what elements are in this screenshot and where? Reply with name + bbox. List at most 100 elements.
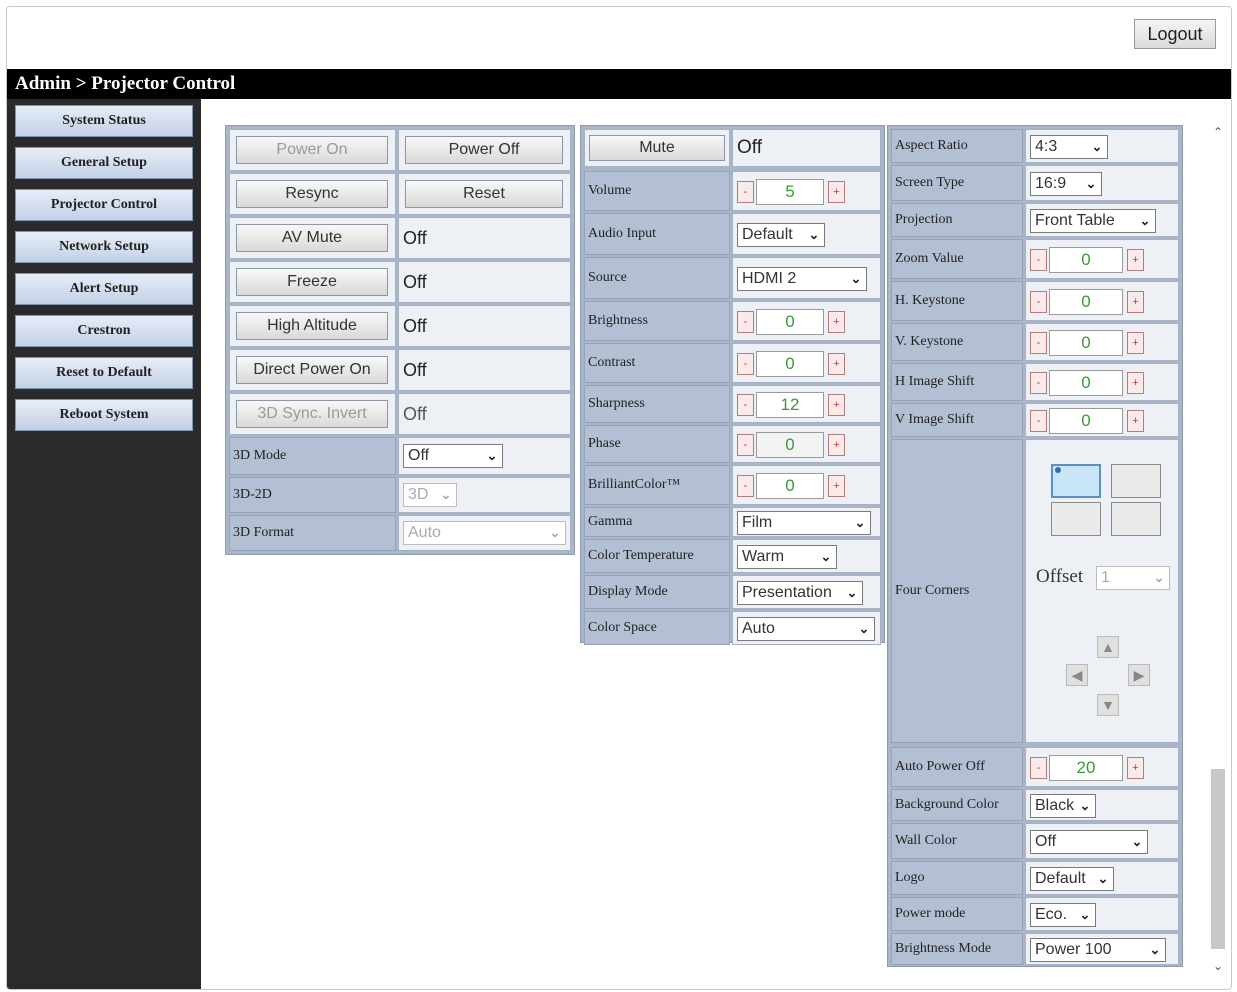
vertical-scrollbar[interactable]: ⌃ ⌄ [1208,113,1228,983]
corner-top-left[interactable] [1051,464,1101,498]
color-temperature-value: Warm [742,548,785,565]
high-altitude-button[interactable]: High Altitude [236,312,388,340]
plus-icon[interactable]: + [828,434,845,456]
3d-2d-select[interactable]: 3D ⌄ [403,483,457,507]
zoom-value-value[interactable]: 0 [1049,247,1123,273]
arrow-right-icon[interactable]: ▶ [1128,664,1150,686]
power-off-button[interactable]: Power Off [405,136,563,164]
scroll-down-icon[interactable]: ⌄ [1210,959,1226,973]
source-select[interactable]: HDMI 2 ⌄ [737,267,867,291]
brilliant-color-value[interactable]: 0 [756,473,824,499]
plus-icon[interactable]: + [828,181,845,203]
volume-stepper[interactable]: -5 + [737,179,847,205]
h-keystone-value[interactable]: 0 [1049,289,1123,315]
scroll-up-icon[interactable]: ⌃ [1210,125,1226,139]
corner-bottom-right[interactable] [1111,502,1161,536]
plus-icon[interactable]: + [828,394,845,416]
minus-icon[interactable]: - [737,353,754,375]
logo-select[interactable]: Default ⌄ [1030,867,1114,891]
av-mute-button[interactable]: AV Mute [236,224,388,252]
corner-bottom-left[interactable] [1051,502,1101,536]
power-mode-select[interactable]: Eco. ⌄ [1030,903,1096,927]
minus-icon[interactable]: - [1030,757,1047,779]
reset-button[interactable]: Reset [405,180,563,208]
brightness-mode-select[interactable]: Power 100 ⌄ [1030,938,1166,962]
auto-power-off-value[interactable]: 20 [1049,755,1123,781]
scrollbar-thumb[interactable] [1211,769,1225,949]
minus-icon[interactable]: - [1030,410,1047,432]
projection-select[interactable]: Front Table ⌄ [1030,209,1156,233]
sharpness-value[interactable]: 12 [756,392,824,418]
aspect-ratio-select[interactable]: 4:3 ⌄ [1030,135,1108,159]
resync-button[interactable]: Resync [236,180,388,208]
minus-icon[interactable]: - [737,181,754,203]
sidebar-item-general-setup[interactable]: General Setup [15,147,193,179]
minus-icon[interactable]: - [737,475,754,497]
sidebar-item-network-setup[interactable]: Network Setup [15,231,193,263]
sidebar-item-alert-setup[interactable]: Alert Setup [15,273,193,305]
minus-icon[interactable]: - [1030,332,1047,354]
minus-icon[interactable]: - [737,434,754,456]
screen-type-select[interactable]: 16:9 ⌄ [1030,172,1102,196]
volume-value[interactable]: 5 [756,179,824,205]
sidebar-item-reboot-system[interactable]: Reboot System [15,399,193,431]
plus-icon[interactable]: + [828,353,845,375]
sidebar-item-crestron[interactable]: Crestron [15,315,193,347]
3d-2d-value: 3D [408,486,429,503]
phase-stepper[interactable]: -0 + [737,432,847,458]
minus-icon[interactable]: - [737,394,754,416]
plus-icon[interactable]: + [1127,249,1144,271]
sharpness-stepper[interactable]: -12 + [737,392,847,418]
plus-icon[interactable]: + [1127,291,1144,313]
h-keystone-stepper[interactable]: -0 + [1030,289,1146,315]
v-keystone-stepper[interactable]: -0 + [1030,330,1146,356]
brightness-stepper[interactable]: -0 + [737,309,847,335]
v-keystone-value[interactable]: 0 [1049,330,1123,356]
logout-button[interactable]: Logout [1134,19,1216,49]
minus-icon[interactable]: - [1030,291,1047,313]
h-image-shift-stepper[interactable]: -0 + [1030,370,1146,396]
3d-sync-invert-button[interactable]: 3D Sync. Invert [236,400,388,428]
phase-value[interactable]: 0 [756,432,824,458]
minus-icon[interactable]: - [1030,249,1047,271]
3d-format-select[interactable]: Auto ⌄ [403,521,566,545]
zoom-value-stepper[interactable]: -0 + [1030,247,1146,273]
color-temperature-select[interactable]: Warm ⌄ [737,545,837,569]
sidebar-item-system-status[interactable]: System Status [15,105,193,137]
mute-button[interactable]: Mute [589,135,725,161]
brightness-value[interactable]: 0 [756,309,824,335]
offset-select[interactable]: 1 ⌄ [1096,566,1170,590]
color-space-select[interactable]: Auto ⌄ [737,617,875,641]
minus-icon[interactable]: - [737,311,754,333]
background-color-select[interactable]: Black ⌄ [1030,794,1096,818]
sidebar-item-projector-control[interactable]: Projector Control [15,189,193,221]
brilliant-color-stepper[interactable]: -0 + [737,473,847,499]
arrow-left-icon[interactable]: ◀ [1066,664,1088,686]
direct-power-on-button[interactable]: Direct Power On [236,356,388,384]
plus-icon[interactable]: + [1127,410,1144,432]
minus-icon[interactable]: - [1030,372,1047,394]
arrow-down-icon[interactable]: ▼ [1097,694,1119,716]
v-image-shift-stepper[interactable]: -0 + [1030,408,1146,434]
arrow-up-icon[interactable]: ▲ [1097,636,1119,658]
display-mode-select[interactable]: Presentation ⌄ [737,581,863,605]
plus-icon[interactable]: + [1127,332,1144,354]
gamma-select[interactable]: Film ⌄ [737,511,871,535]
power-on-button[interactable]: Power On [236,136,388,164]
plus-icon[interactable]: + [1127,757,1144,779]
auto-power-off-stepper[interactable]: -20 + [1030,755,1146,781]
h-image-shift-value[interactable]: 0 [1049,370,1123,396]
3d-mode-cell: Off ⌄ [398,437,571,475]
contrast-value[interactable]: 0 [756,351,824,377]
plus-icon[interactable]: + [828,475,845,497]
freeze-button[interactable]: Freeze [236,268,388,296]
3d-mode-select[interactable]: Off ⌄ [403,444,503,468]
v-image-shift-value[interactable]: 0 [1049,408,1123,434]
audio-input-select[interactable]: Default ⌄ [737,223,825,247]
plus-icon[interactable]: + [828,311,845,333]
plus-icon[interactable]: + [1127,372,1144,394]
corner-top-right[interactable] [1111,464,1161,498]
sidebar-item-reset-to-default[interactable]: Reset to Default [15,357,193,389]
contrast-stepper[interactable]: -0 + [737,351,847,377]
wall-color-select[interactable]: Off ⌄ [1030,830,1148,854]
